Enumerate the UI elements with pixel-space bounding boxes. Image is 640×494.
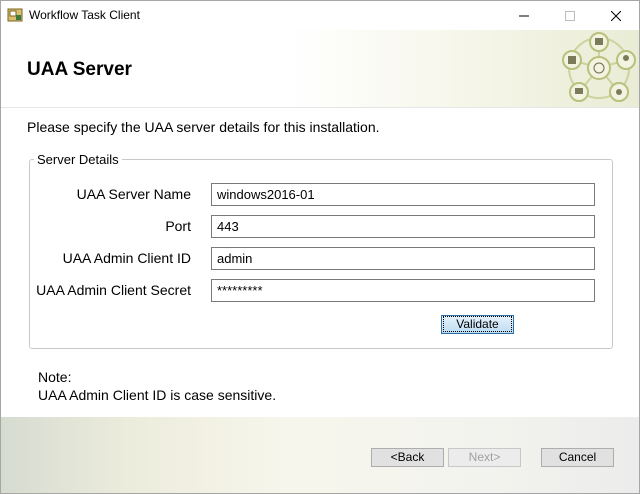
uaa-admin-client-secret-input[interactable] xyxy=(211,279,595,302)
minimize-icon xyxy=(519,15,529,16)
uaa-admin-client-secret-label: UAA Admin Client Secret xyxy=(36,282,191,298)
maximize-icon xyxy=(565,10,575,21)
uaa-server-name-label: UAA Server Name xyxy=(76,186,191,202)
header-banner: UAA Server xyxy=(1,30,639,108)
window-title: Workflow Task Client xyxy=(29,8,140,22)
validate-button-label: Validate xyxy=(443,316,512,332)
page-title: UAA Server xyxy=(27,59,132,80)
uaa-admin-client-id-label: UAA Admin Client ID xyxy=(62,250,191,266)
server-details-legend: Server Details xyxy=(34,152,122,167)
cancel-button[interactable]: Cancel xyxy=(541,448,614,467)
close-button[interactable] xyxy=(593,1,639,30)
network-hub-graphic-icon xyxy=(562,32,636,102)
installer-window: Workflow Task Client UAA Server Please s… xyxy=(0,0,640,494)
minimize-button[interactable] xyxy=(501,1,547,30)
uaa-server-name-input[interactable] xyxy=(211,183,595,206)
port-input[interactable] xyxy=(211,215,595,238)
next-button[interactable]: Next> xyxy=(448,448,521,467)
title-bar: Workflow Task Client xyxy=(1,1,639,30)
note-text: UAA Admin Client ID is case sensitive. xyxy=(38,387,277,403)
installer-app-icon xyxy=(7,8,23,22)
back-button[interactable]: <Back xyxy=(371,448,444,467)
intro-text: Please specify the UAA server details fo… xyxy=(27,119,380,135)
uaa-admin-client-id-input[interactable] xyxy=(211,247,595,270)
note-title: Note: xyxy=(38,369,72,385)
validate-button[interactable]: Validate xyxy=(441,315,514,334)
close-icon xyxy=(611,10,621,21)
port-label: Port xyxy=(165,218,191,234)
maximize-button[interactable] xyxy=(547,1,593,30)
